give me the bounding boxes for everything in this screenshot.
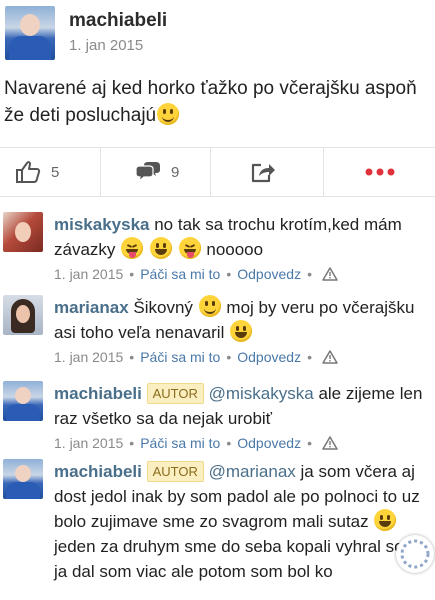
author-badge: AUTOR (146, 383, 204, 404)
reply-link[interactable]: Odpovedz (237, 349, 301, 365)
like-button[interactable]: 5 (15, 148, 59, 196)
mention-link[interactable]: @marianax (209, 462, 296, 481)
like-link[interactable]: Páči sa mi to (140, 349, 220, 365)
report-warning-icon[interactable] (322, 267, 338, 281)
commenter-avatar[interactable] (3, 381, 43, 421)
comment-meta: 1. jan 2015 • Páči sa mi to • Odpovedz • (54, 264, 432, 284)
author-avatar[interactable] (5, 6, 55, 60)
like-link[interactable]: Páči sa mi to (140, 266, 220, 282)
smile-emoji-icon (157, 103, 180, 125)
more-options-button[interactable] (365, 148, 395, 196)
commenter-avatar[interactable] (3, 212, 43, 252)
commenter-name[interactable]: marianax (54, 298, 129, 317)
comment-body: machiabeli AUTOR @miskakyska ale zijeme … (54, 381, 432, 453)
report-warning-icon[interactable] (322, 350, 338, 364)
reply-link[interactable]: Odpovedz (237, 435, 301, 451)
commenter-name[interactable]: machiabeli (54, 384, 142, 403)
post-action-bar: 5 9 (0, 148, 435, 196)
comment-body: machiabeli AUTOR @marianax ja som včera … (54, 459, 432, 584)
comments-icon (135, 162, 160, 183)
spinner-icon (400, 539, 430, 569)
grin-emoji-icon (374, 509, 397, 531)
post-text: Navarené aj ked horko ťažko po včerajšku… (4, 75, 432, 129)
comment-text: nooooo (206, 240, 264, 259)
post-text-content: Navarené aj ked horko ťažko po včerajšku… (4, 78, 417, 126)
grin-emoji-icon (149, 237, 172, 259)
reply-link[interactable]: Odpovedz (237, 266, 301, 282)
post-author-name[interactable]: machiabeli (69, 10, 167, 32)
comment-count: 9 (171, 163, 180, 181)
share-button[interactable] (250, 148, 276, 196)
comment-meta: 1. jan 2015 • Páči sa mi to • Odpovedz • (54, 347, 432, 367)
commenter-name[interactable]: machiabeli (54, 462, 142, 481)
action-separator (323, 148, 324, 196)
like-link[interactable]: Páči sa mi to (140, 435, 220, 451)
like-count: 5 (51, 163, 60, 181)
thumbs-up-icon (16, 161, 41, 183)
mention-link[interactable]: @miskakyska (209, 384, 314, 403)
tongue-emoji-icon (178, 237, 201, 259)
action-separator (100, 148, 101, 196)
share-icon (251, 163, 275, 183)
comment-body: miskakyska no tak sa trochu krotím,ked m… (54, 212, 432, 284)
comment-body: marianax Šikovný moj by veru po včerajšk… (54, 295, 432, 367)
comment-date: 1. jan 2015 (54, 266, 124, 282)
action-separator (210, 148, 211, 196)
commenter-avatar[interactable] (3, 459, 43, 499)
grin-emoji-icon (230, 320, 253, 342)
smile-emoji-icon (198, 295, 221, 317)
divider (0, 196, 435, 197)
commenter-avatar[interactable] (3, 295, 43, 335)
comment-date: 1. jan 2015 (54, 349, 124, 365)
comment-meta: 1. jan 2015 • Páči sa mi to • Odpovedz • (54, 433, 432, 453)
comment-text: jeden za druhym sme do seba kopali vyhra… (54, 537, 418, 581)
comment-button[interactable]: 9 (135, 148, 179, 196)
comment-text: Šikovný (133, 298, 193, 317)
tongue-emoji-icon (121, 237, 144, 259)
more-dots-icon (365, 168, 395, 176)
report-warning-icon[interactable] (322, 436, 338, 450)
comment-date: 1. jan 2015 (54, 435, 124, 451)
commenter-name[interactable]: miskakyska (54, 215, 149, 234)
author-badge: AUTOR (146, 461, 204, 482)
loading-spinner-icon[interactable] (396, 535, 434, 573)
post-date: 1. jan 2015 (69, 37, 144, 54)
post-header: machiabeli 1. jan 2015 (0, 0, 435, 70)
